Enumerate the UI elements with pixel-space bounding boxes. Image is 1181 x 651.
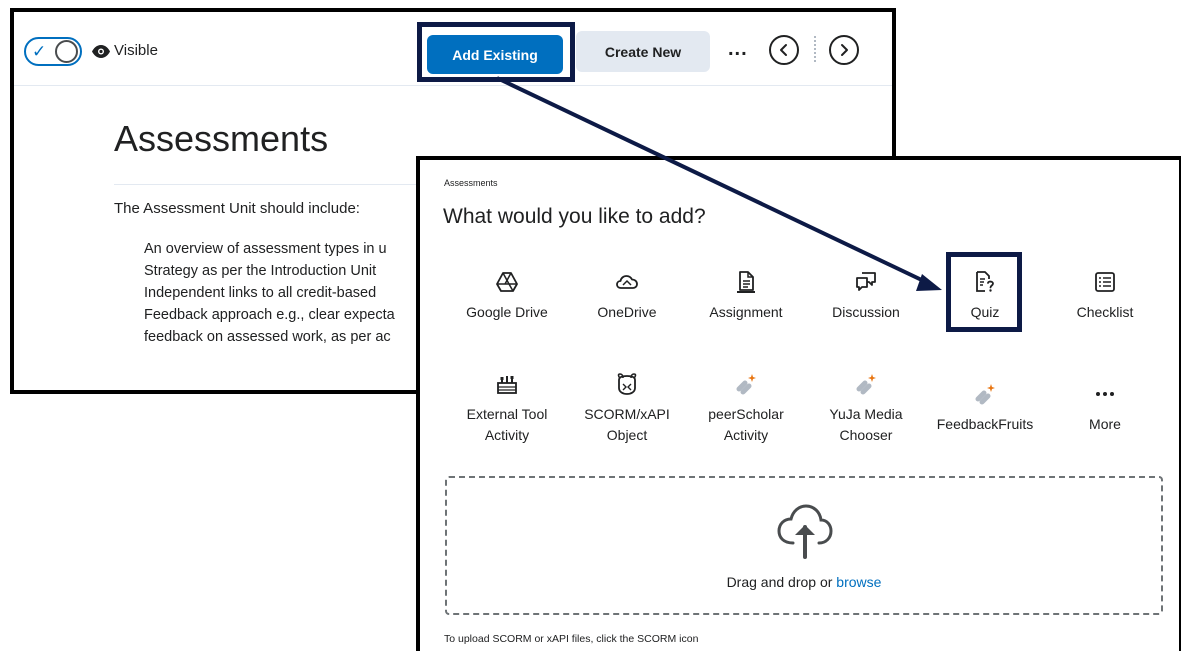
drop-instructions: Drag and drop or browse xyxy=(726,574,882,590)
more-icon xyxy=(1096,392,1114,396)
eye-icon xyxy=(92,45,110,58)
editor-toolbar: ✓ Visible Add Existing Create New ... xyxy=(14,12,892,86)
discussion-icon xyxy=(856,272,876,291)
link-plugin-icon xyxy=(736,374,756,395)
page-title: Assessments xyxy=(114,118,329,159)
add-existing-highlight xyxy=(417,22,575,82)
tile-label: OneDrive xyxy=(597,304,657,320)
link-plugin-icon xyxy=(856,374,876,395)
visibility-toggle[interactable]: ✓ xyxy=(24,37,82,66)
tile-label: FeedbackFruits xyxy=(936,416,1034,432)
toolbar-divider xyxy=(814,36,816,62)
tile-label: External Tool Activity xyxy=(466,406,548,443)
google-drive-icon xyxy=(496,272,518,292)
external-tool-icon xyxy=(497,376,517,394)
toggle-knob xyxy=(55,40,78,63)
assignment-icon xyxy=(737,271,755,293)
tile-google-drive[interactable]: Google Drive xyxy=(447,270,567,323)
check-icon: ✓ xyxy=(32,42,47,61)
tile-label: Checklist xyxy=(1076,304,1134,320)
dialog-breadcrumb: Assessments xyxy=(444,178,498,188)
previous-button[interactable] xyxy=(769,35,799,65)
tile-peerscholar-activity[interactable]: peerScholar Activity xyxy=(686,372,806,446)
link-plugin-icon xyxy=(975,384,995,405)
tile-label: YuJa Media Chooser xyxy=(829,406,903,443)
next-button[interactable] xyxy=(829,35,859,65)
tile-label: Discussion xyxy=(832,304,900,320)
tile-label: SCORM/xAPI Object xyxy=(584,406,670,443)
create-new-button[interactable]: Create New xyxy=(576,31,710,72)
onedrive-icon xyxy=(616,275,638,289)
dialog-title: What would you like to add? xyxy=(443,205,706,228)
quiz-highlight xyxy=(946,252,1022,332)
tile-label: peerScholar Activity xyxy=(708,406,784,443)
tile-external-tool-activity[interactable]: External Tool Activity xyxy=(447,372,567,446)
chevron-left-icon xyxy=(780,44,787,56)
chevron-right-icon xyxy=(841,44,848,56)
intro-text: The Assessment Unit should include: xyxy=(114,200,360,217)
scorm-upload-note: To upload SCORM or xAPI files, click the… xyxy=(444,633,699,645)
checklist-icon xyxy=(1095,272,1115,292)
tile-checklist[interactable]: Checklist xyxy=(1045,270,1165,323)
file-drop-zone[interactable]: Drag and drop or browse xyxy=(445,476,1163,615)
tile-onedrive[interactable]: OneDrive xyxy=(567,270,687,323)
bullet-list: An overview of assessment types in u Str… xyxy=(144,238,444,348)
list-item: Feedback approach e.g., clear expecta xyxy=(144,304,444,326)
list-item: An overview of assessment types in u xyxy=(144,238,444,260)
add-content-dialog: Assessments What would you like to add? … xyxy=(416,156,1181,651)
tile-more[interactable]: More xyxy=(1045,382,1165,435)
list-item: Independent links to all credit-based xyxy=(144,282,444,304)
tile-yuja-media-chooser[interactable]: YuJa Media Chooser xyxy=(806,372,926,446)
scorm-icon xyxy=(617,373,637,395)
tile-discussion[interactable]: Discussion xyxy=(806,270,926,323)
list-item-continued: Strategy as per the Introduction Unit xyxy=(144,263,377,279)
list-item-continued: feedback on assessed work, as per ac xyxy=(144,329,391,345)
tile-label: More xyxy=(1089,416,1121,432)
tile-label: Google Drive xyxy=(466,304,548,320)
more-options-button[interactable]: ... xyxy=(728,38,748,61)
browse-link[interactable]: browse xyxy=(836,574,881,590)
tile-label: Assignment xyxy=(709,304,783,320)
tile-feedbackfruits[interactable]: FeedbackFruits xyxy=(925,382,1045,435)
cloud-upload-icon xyxy=(777,504,833,559)
visibility-label: Visible xyxy=(114,42,158,59)
tile-assignment[interactable]: Assignment xyxy=(686,270,806,323)
tile-scorm-xapi-object[interactable]: SCORM/xAPI Object xyxy=(567,372,687,446)
